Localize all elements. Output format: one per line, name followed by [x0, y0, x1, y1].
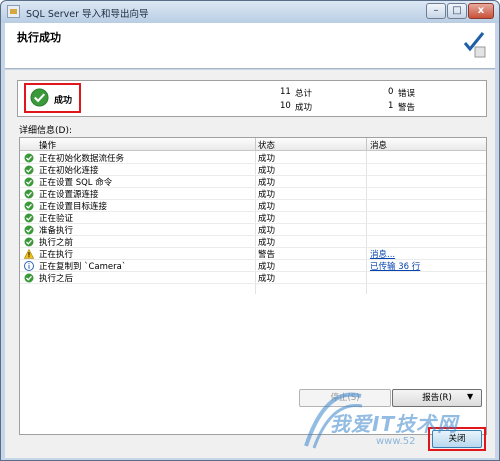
- success-icon: [24, 153, 34, 163]
- row-status: 成功: [258, 154, 276, 164]
- table-row[interactable]: 执行之前 成功: [20, 236, 486, 248]
- warning-count: 1: [388, 101, 394, 111]
- row-status: 成功: [258, 166, 276, 176]
- table-row[interactable]: 准备执行 成功: [20, 224, 486, 236]
- wizard-window: SQL Server 导入和导出向导 – □ x 执行成功 成功 11 总计 1…: [0, 0, 500, 461]
- column-divider[interactable]: [366, 138, 367, 151]
- success-label: 成功: [295, 103, 313, 113]
- success-icon: [24, 225, 34, 235]
- close-window-button[interactable]: x: [468, 3, 494, 19]
- wizard-check-icon: [463, 32, 486, 58]
- row-action: 正在复制到 `Camera`: [39, 262, 127, 272]
- row-action: 正在初始化数据流任务: [39, 154, 125, 164]
- row-action: 准备执行: [39, 226, 74, 236]
- success-count: 10: [280, 101, 291, 111]
- row-action: 执行之前: [39, 238, 74, 248]
- table-row[interactable]: 正在验证 成功: [20, 212, 486, 224]
- total-label: 总计: [295, 89, 313, 99]
- grid-header: 操作 状态 消息: [20, 138, 486, 151]
- report-dropdown-icon[interactable]: ▼: [467, 392, 473, 401]
- table-row[interactable]: 正在初始化连接 成功: [20, 164, 486, 176]
- row-action: 正在执行: [39, 250, 74, 260]
- table-row[interactable]: 正在设置目标连接 成功: [20, 200, 486, 212]
- column-divider[interactable]: [255, 138, 256, 151]
- row-action: 正在初始化连接: [39, 166, 99, 176]
- warning-icon: [23, 248, 35, 259]
- success-icon: [24, 177, 34, 187]
- success-icon: [24, 165, 34, 175]
- app-icon: [7, 5, 20, 18]
- table-row[interactable]: 正在设置源连接 成功: [20, 188, 486, 200]
- success-check-icon: [30, 88, 49, 107]
- row-status: 成功: [258, 274, 276, 284]
- result-label: 成功: [54, 96, 73, 106]
- details-label: 详细信息(D):: [19, 126, 72, 136]
- table-row[interactable]: 正在初始化数据流任务 成功: [20, 152, 486, 164]
- row-action: 执行之后: [39, 274, 74, 284]
- row-status: 警告: [258, 250, 276, 260]
- warning-label: 警告: [398, 103, 416, 113]
- row-status: 成功: [258, 262, 276, 272]
- row-message-link[interactable]: 已传输 36 行: [370, 260, 420, 272]
- page-title: 执行成功: [17, 31, 61, 44]
- success-icon: [24, 213, 34, 223]
- row-action: 正在设置 SQL 命令: [39, 178, 113, 188]
- success-icon: [24, 201, 34, 211]
- row-action: 正在设置目标连接: [39, 202, 108, 212]
- success-icon: [24, 273, 34, 283]
- column-header-status[interactable]: 状态: [258, 139, 275, 151]
- stop-button[interactable]: 停止(S): [299, 389, 391, 407]
- success-highlight: 成功: [24, 83, 81, 113]
- column-header-action[interactable]: 操作: [39, 139, 56, 151]
- error-count: 0: [388, 87, 394, 97]
- column-header-message[interactable]: 消息: [370, 139, 387, 151]
- row-status: 成功: [258, 214, 276, 224]
- close-button[interactable]: 关闭: [432, 430, 482, 448]
- row-message-link[interactable]: 消息...: [370, 248, 395, 260]
- window-title: SQL Server 导入和导出向导: [26, 9, 149, 20]
- error-label: 错误: [398, 89, 416, 99]
- row-action: 正在验证: [39, 214, 74, 224]
- success-icon: [24, 237, 34, 247]
- row-status: 成功: [258, 190, 276, 200]
- table-row[interactable]: 执行之后 成功: [20, 272, 486, 284]
- row-status: 成功: [258, 178, 276, 188]
- table-row[interactable]: 正在执行 警告 消息...: [20, 248, 486, 260]
- page-header: 执行成功: [5, 23, 495, 69]
- wizard-body: 成功 11 总计 10 成功 0 错误 1 警告 详细信息(D): 操作 状态 …: [5, 70, 495, 458]
- row-status: 成功: [258, 202, 276, 212]
- table-row[interactable]: 正在设置 SQL 命令 成功: [20, 176, 486, 188]
- title-bar[interactable]: SQL Server 导入和导出向导 – □ x: [1, 1, 499, 23]
- total-count: 11: [280, 87, 291, 97]
- row-status: 成功: [258, 238, 276, 248]
- row-status: 成功: [258, 226, 276, 236]
- table-row[interactable]: 正在复制到 `Camera` 成功 已传输 36 行: [20, 260, 486, 272]
- success-icon: [24, 189, 34, 199]
- minimize-button[interactable]: –: [426, 3, 446, 19]
- info-icon: [24, 261, 34, 271]
- status-summary: 成功 11 总计 10 成功 0 错误 1 警告: [17, 80, 487, 117]
- row-action: 正在设置源连接: [39, 190, 99, 200]
- maximize-button[interactable]: □: [447, 3, 467, 19]
